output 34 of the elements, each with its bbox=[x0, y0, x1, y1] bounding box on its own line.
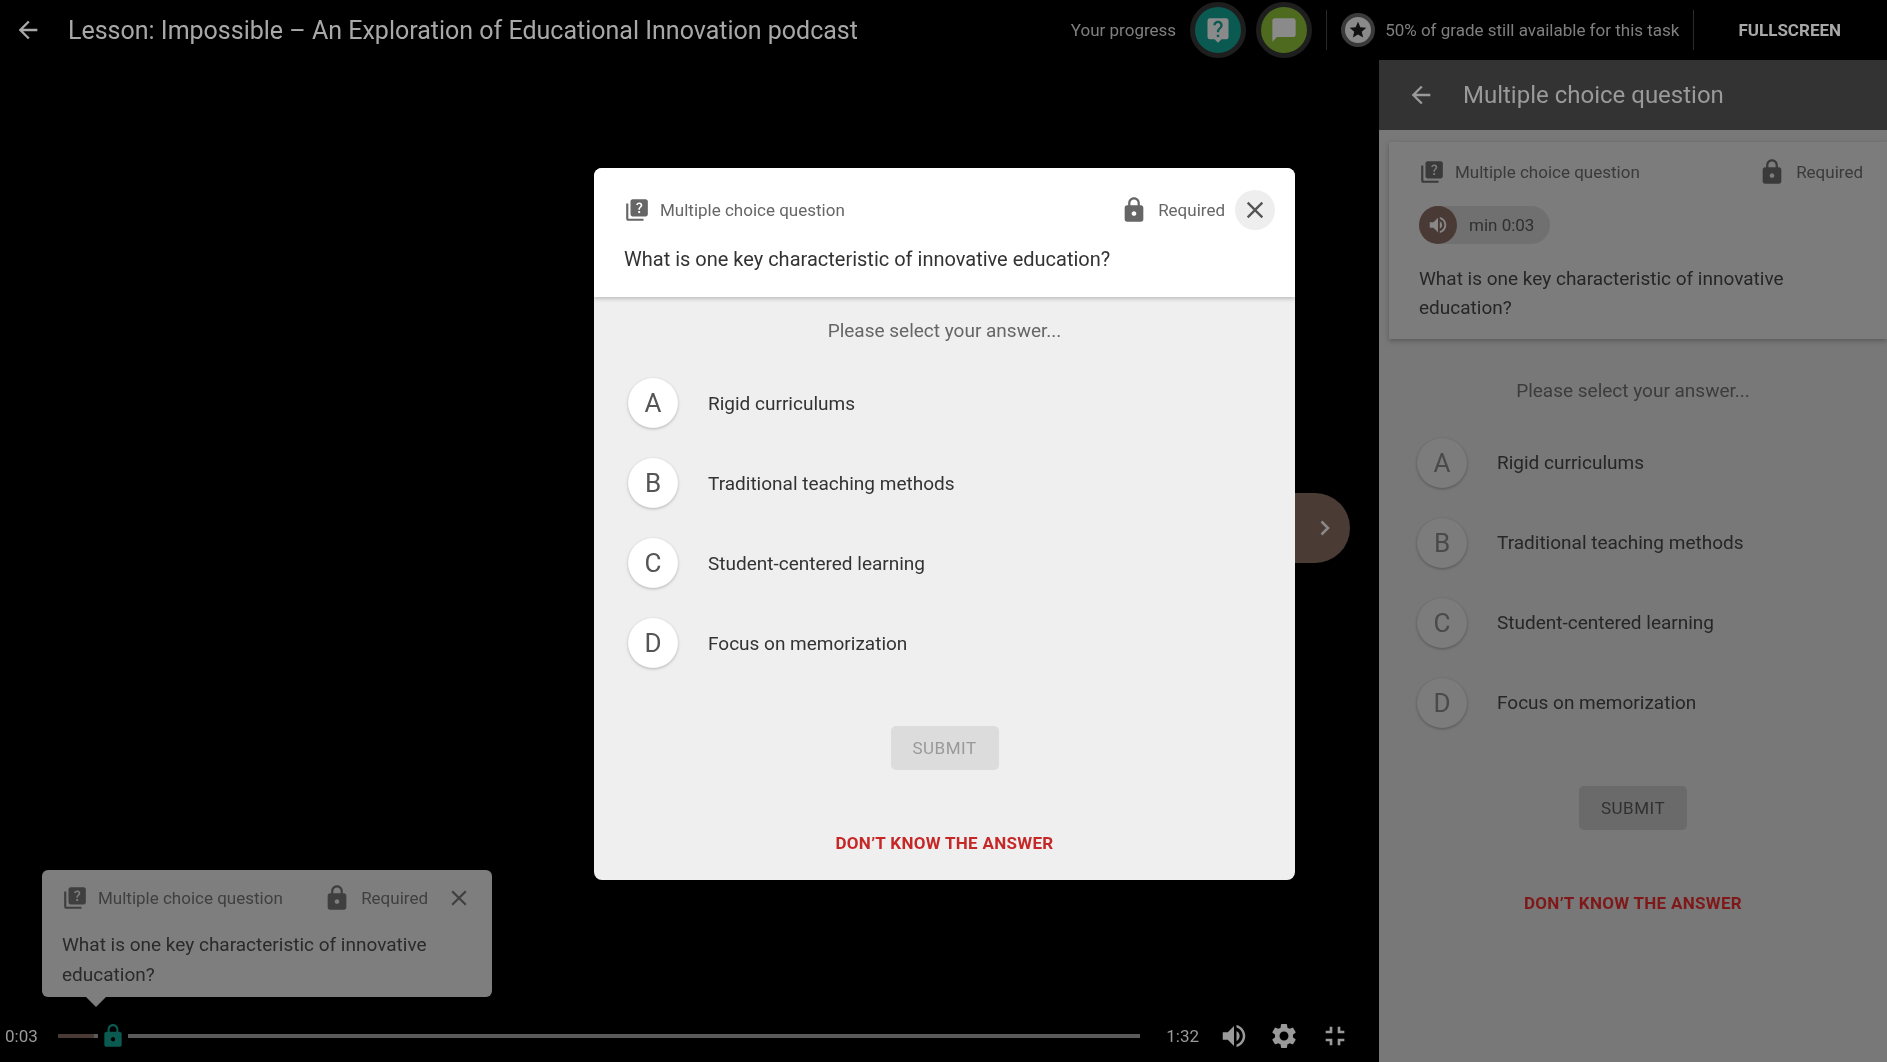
answer-prompt: Please select your answer... bbox=[1516, 378, 1750, 402]
answer-option[interactable]: A Rigid curriculums bbox=[628, 378, 1295, 428]
speaker-icon bbox=[1419, 206, 1457, 244]
settings-icon bbox=[1269, 1021, 1299, 1051]
quiz-icon bbox=[624, 197, 650, 223]
current-time: 0:03 bbox=[5, 1026, 38, 1046]
close-button[interactable] bbox=[1235, 190, 1275, 230]
answer-option[interactable]: C Student-centered learning bbox=[628, 538, 1295, 588]
quiz-icon bbox=[1419, 159, 1445, 185]
dont-know-link[interactable]: DON’T KNOW THE ANSWER bbox=[829, 832, 1060, 854]
required-label: Required bbox=[361, 888, 428, 909]
lesson-title: Lesson: Impossible – An Exploration of Educational Innovation podcast bbox=[68, 15, 859, 45]
chevron-right-icon bbox=[1319, 520, 1330, 536]
answer-option[interactable]: D Focus on memorization bbox=[628, 618, 1295, 668]
duration: 1:32 bbox=[1166, 1026, 1199, 1046]
required-label: Required bbox=[1796, 162, 1863, 182]
settings-button[interactable] bbox=[1269, 1021, 1299, 1051]
fullscreen-button[interactable]: FULLSCREEN bbox=[1708, 12, 1871, 48]
grade-note: 50% of grade still available for this task bbox=[1385, 20, 1680, 40]
dont-know-link[interactable]: DON’T KNOW THE ANSWER bbox=[1518, 891, 1748, 914]
question-text: What is one key characteristic of innovative education? bbox=[62, 932, 428, 988]
question-text: What is one key characteristic of innovative education? bbox=[624, 246, 1112, 273]
panel-title: Multiple choice question bbox=[1463, 81, 1724, 109]
answer-option[interactable]: B Traditional teaching methods bbox=[628, 458, 1295, 508]
question-type-label: Multiple choice question bbox=[98, 888, 283, 909]
question-type-label: Multiple choice question bbox=[660, 200, 845, 220]
required-label: Required bbox=[1158, 200, 1225, 220]
question-text: What is one key characteristic of innovative education? bbox=[1419, 266, 1785, 322]
answer-prompt: Please select your answer... bbox=[827, 319, 1062, 342]
progress-label: Your progress bbox=[1070, 20, 1177, 40]
question-type-label: Multiple choice question bbox=[1455, 162, 1640, 182]
time-chip[interactable]: min 0:03 bbox=[1419, 206, 1551, 244]
comment-icon bbox=[1270, 16, 1299, 44]
quiz-icon bbox=[62, 885, 88, 912]
